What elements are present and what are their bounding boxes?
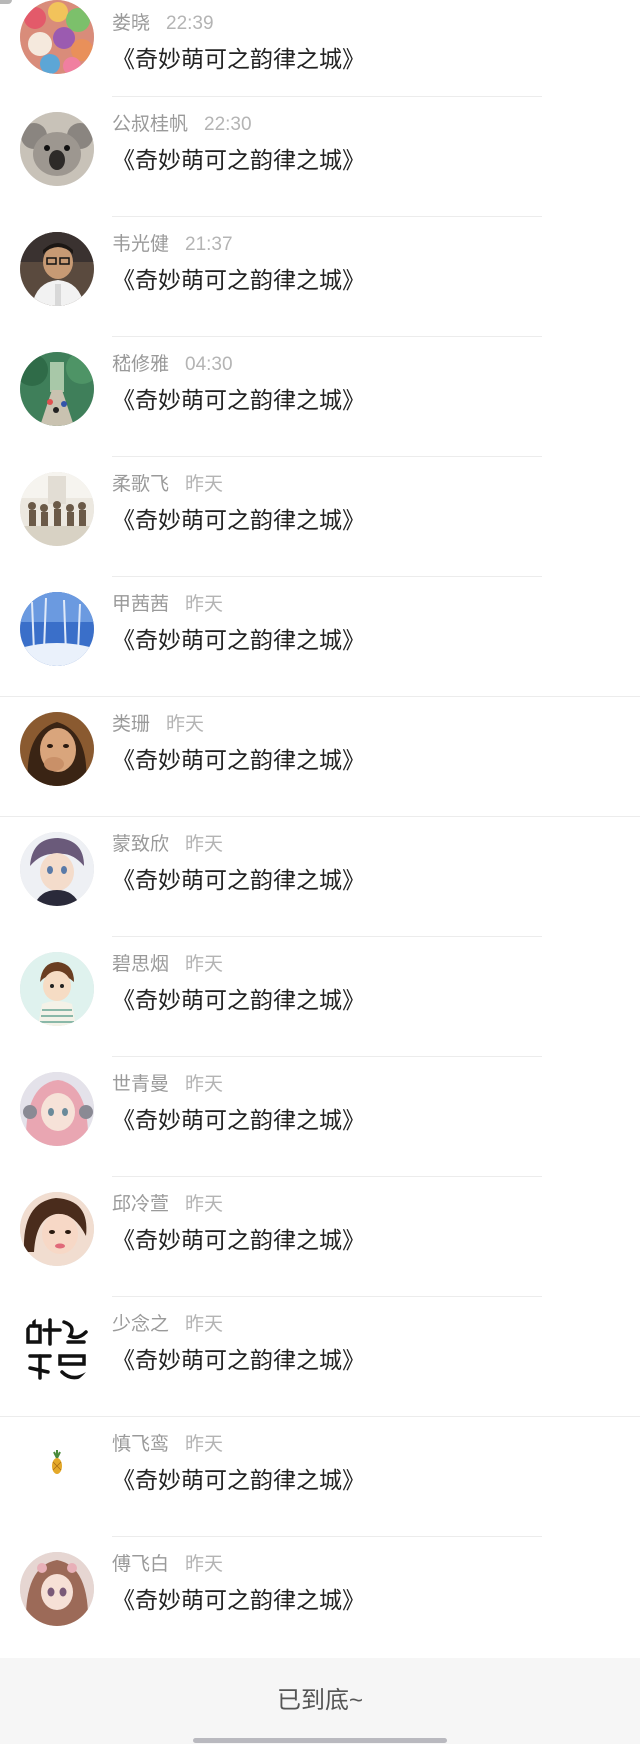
contact-name: 蒙致欣 昨天 — [112, 829, 223, 856]
doll-avatar[interactable] — [20, 1552, 94, 1626]
contact-name: 公叔桂帆 22:30 — [112, 109, 252, 136]
anime-boy-avatar[interactable] — [20, 832, 94, 906]
pineapple-avatar[interactable] — [20, 1432, 94, 1506]
snow-forest-avatar[interactable] — [20, 592, 94, 666]
list-item[interactable]: 傅飞白 昨天 《奇妙萌可之韵律之城》 — [0, 1537, 640, 1657]
list-item[interactable]: 娄晓 22:39 《奇妙萌可之韵律之城》 — [0, 0, 640, 97]
message-time: 昨天 — [185, 954, 224, 975]
message-preview: 《奇妙萌可之韵律之城》 — [112, 1468, 365, 1494]
message-list: 娄晓 22:39 《奇妙萌可之韵律之城》 公叔桂帆 22:30 《奇妙萌可之韵律之城… — [0, 0, 640, 1657]
contact-name: 韦光健 21:37 — [112, 229, 233, 256]
list-item[interactable]: 韦光健 21:37 《奇妙萌可之韵律之城》 — [0, 217, 640, 337]
candy-avatar[interactable] — [20, 0, 94, 74]
contact-name: 慎飞鸾 昨天 — [112, 1429, 223, 1456]
message-preview: 《奇妙萌可之韵律之城》 — [112, 148, 365, 174]
list-item[interactable]: 碧思烟 昨天 《奇妙萌可之韵律之城》 — [0, 937, 640, 1057]
message-preview: 《奇妙萌可之韵律之城》 — [112, 1108, 365, 1134]
anime-girl-avatar[interactable] — [20, 1072, 94, 1146]
contact-name: 柔歌飞 昨天 — [112, 469, 223, 496]
contact-name-text: 邱冷萱 — [112, 1194, 170, 1215]
contact-name-text: 世青曼 — [112, 1074, 170, 1095]
park-avatar[interactable] — [20, 352, 94, 426]
message-preview: 《奇妙萌可之韵律之城》 — [112, 748, 365, 774]
group-avatar[interactable] — [20, 472, 94, 546]
cartoon-boy-avatar[interactable] — [20, 952, 94, 1026]
message-preview: 《奇妙萌可之韵律之城》 — [112, 47, 365, 73]
contact-name: 邱冷萱 昨天 — [112, 1189, 223, 1216]
contact-name-text: 蒙致欣 — [112, 834, 170, 855]
message-time: 昨天 — [185, 1074, 224, 1095]
contact-name-text: 碧思烟 — [112, 954, 170, 975]
list-item[interactable]: 蒙致欣 昨天 《奇妙萌可之韵律之城》 — [0, 817, 640, 937]
message-preview: 《奇妙萌可之韵律之城》 — [112, 388, 365, 414]
list-item[interactable]: 嵇修雅 04:30 《奇妙萌可之韵律之城》 — [0, 337, 640, 457]
contact-name-text: 傅飞白 — [112, 1554, 170, 1575]
contact-name: 娄晓 22:39 — [112, 8, 214, 35]
contact-name: 傅飞白 昨天 — [112, 1549, 223, 1576]
koala-avatar[interactable] — [20, 112, 94, 186]
message-time: 22:39 — [166, 13, 214, 34]
message-time: 昨天 — [185, 474, 224, 495]
contact-name-text: 嵇修雅 — [112, 354, 170, 375]
message-time: 昨天 — [185, 1434, 224, 1455]
list-item[interactable]: 柔歌飞 昨天 《奇妙萌可之韵律之城》 — [0, 457, 640, 577]
list-item[interactable]: 慎飞鸾 昨天 《奇妙萌可之韵律之城》 — [0, 1417, 640, 1537]
message-time: 昨天 — [185, 594, 224, 615]
message-preview: 《奇妙萌可之韵律之城》 — [112, 508, 365, 534]
contact-name-text: 公叔桂帆 — [112, 114, 189, 135]
message-time: 昨天 — [185, 1194, 224, 1215]
contact-name: 碧思烟 昨天 — [112, 949, 223, 976]
message-preview: 《奇妙萌可之韵律之城》 — [112, 1228, 365, 1254]
message-preview: 《奇妙萌可之韵律之城》 — [112, 268, 365, 294]
contact-name-text: 慎飞鸾 — [112, 1434, 170, 1455]
message-preview: 《奇妙萌可之韵律之城》 — [112, 628, 365, 654]
contact-name-text: 甲茜茜 — [112, 594, 170, 615]
contact-name-text: 娄晓 — [112, 13, 151, 34]
contact-name: 甲茜茜 昨天 — [112, 589, 223, 616]
list-item[interactable]: 邱冷萱 昨天 《奇妙萌可之韵律之城》 — [0, 1177, 640, 1297]
home-indicator[interactable] — [193, 1738, 447, 1743]
calligraphy-avatar[interactable] — [20, 1312, 94, 1386]
list-item[interactable]: 少念之 昨天 《奇妙萌可之韵律之城》 — [0, 1297, 640, 1417]
message-time: 昨天 — [185, 1554, 224, 1575]
list-item[interactable]: 公叔桂帆 22:30 《奇妙萌可之韵律之城》 — [0, 97, 640, 217]
contact-name-text: 少念之 — [112, 1314, 170, 1335]
message-time: 22:30 — [204, 114, 252, 135]
message-preview: 《奇妙萌可之韵律之城》 — [112, 1348, 365, 1374]
boy-glasses-avatar[interactable] — [20, 232, 94, 306]
list-item[interactable]: 甲茜茜 昨天 《奇妙萌可之韵律之城》 — [0, 577, 640, 697]
girl-selfie-avatar[interactable] — [20, 1192, 94, 1266]
contact-name: 类珊 昨天 — [112, 709, 204, 736]
contact-name: 嵇修雅 04:30 — [112, 349, 233, 376]
message-time: 21:37 — [185, 234, 233, 255]
contact-name-text: 类珊 — [112, 714, 151, 735]
message-preview: 《奇妙萌可之韵律之城》 — [112, 988, 365, 1014]
contact-name: 世青曼 昨天 — [112, 1069, 223, 1096]
list-item[interactable]: 类珊 昨天 《奇妙萌可之韵律之城》 — [0, 697, 640, 817]
message-time: 04:30 — [185, 354, 233, 375]
woman-avatar[interactable] — [20, 712, 94, 786]
end-of-list-text: 已到底~ — [276, 1687, 363, 1714]
message-time: 昨天 — [166, 714, 205, 735]
message-time: 昨天 — [185, 834, 224, 855]
list-footer: 已到底~ — [0, 1658, 640, 1744]
list-item[interactable]: 世青曼 昨天 《奇妙萌可之韵律之城》 — [0, 1057, 640, 1177]
contact-name-text: 韦光健 — [112, 234, 170, 255]
message-time: 昨天 — [185, 1314, 224, 1335]
contact-name: 少念之 昨天 — [112, 1309, 223, 1336]
message-preview: 《奇妙萌可之韵律之城》 — [112, 868, 365, 894]
contact-name-text: 柔歌飞 — [112, 474, 170, 495]
message-preview: 《奇妙萌可之韵律之城》 — [112, 1588, 365, 1614]
